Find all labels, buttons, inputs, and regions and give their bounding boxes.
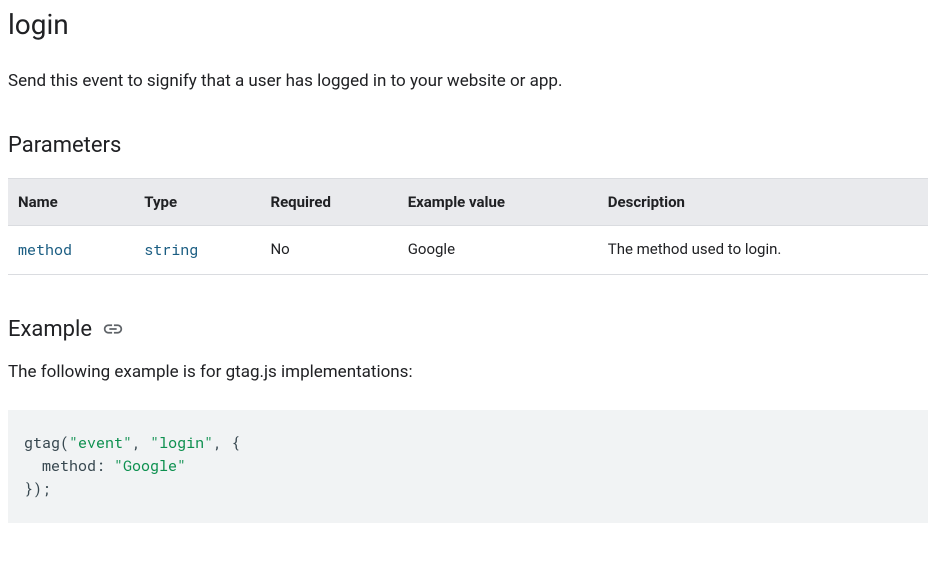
- col-example: Example value: [398, 178, 598, 225]
- code-block: gtag("event", "login", { method: "Google…: [8, 410, 928, 524]
- parameters-table: Name Type Required Example value Descrip…: [8, 178, 928, 275]
- example-heading-text: Example: [8, 317, 92, 342]
- col-description: Description: [598, 178, 928, 225]
- param-name-code: method: [18, 240, 72, 260]
- code-str: "login": [150, 433, 213, 453]
- code-key: method: [42, 456, 96, 476]
- col-type: Type: [134, 178, 260, 225]
- col-name: Name: [8, 178, 134, 225]
- example-heading: Example: [8, 317, 928, 342]
- table-header-row: Name Type Required Example value Descrip…: [8, 178, 928, 225]
- example-intro-text: The following example is for gtag.js imp…: [8, 362, 928, 382]
- cell-description: The method used to login.: [598, 225, 928, 274]
- code-fn: gtag: [24, 433, 60, 453]
- code-str: "Google": [114, 456, 186, 476]
- code-punc: ,: [132, 433, 150, 453]
- code-punc: , {: [213, 433, 240, 453]
- cell-example: Google: [398, 225, 598, 274]
- parameters-heading: Parameters: [8, 133, 928, 158]
- table-row: method string No Google The method used …: [8, 225, 928, 274]
- parameters-heading-text: Parameters: [8, 133, 121, 158]
- cell-type: string: [134, 225, 260, 274]
- col-required: Required: [260, 178, 397, 225]
- page-title: login: [8, 8, 928, 41]
- cell-name: method: [8, 225, 134, 274]
- code-punc: :: [96, 456, 114, 476]
- param-type-code: string: [144, 240, 198, 260]
- cell-required: No: [260, 225, 397, 274]
- description-text: Send this event to signify that a user h…: [8, 69, 928, 95]
- code-punc: });: [24, 479, 51, 499]
- code-str: "event": [69, 433, 132, 453]
- code-punc: (: [60, 433, 69, 453]
- link-icon[interactable]: [102, 318, 124, 340]
